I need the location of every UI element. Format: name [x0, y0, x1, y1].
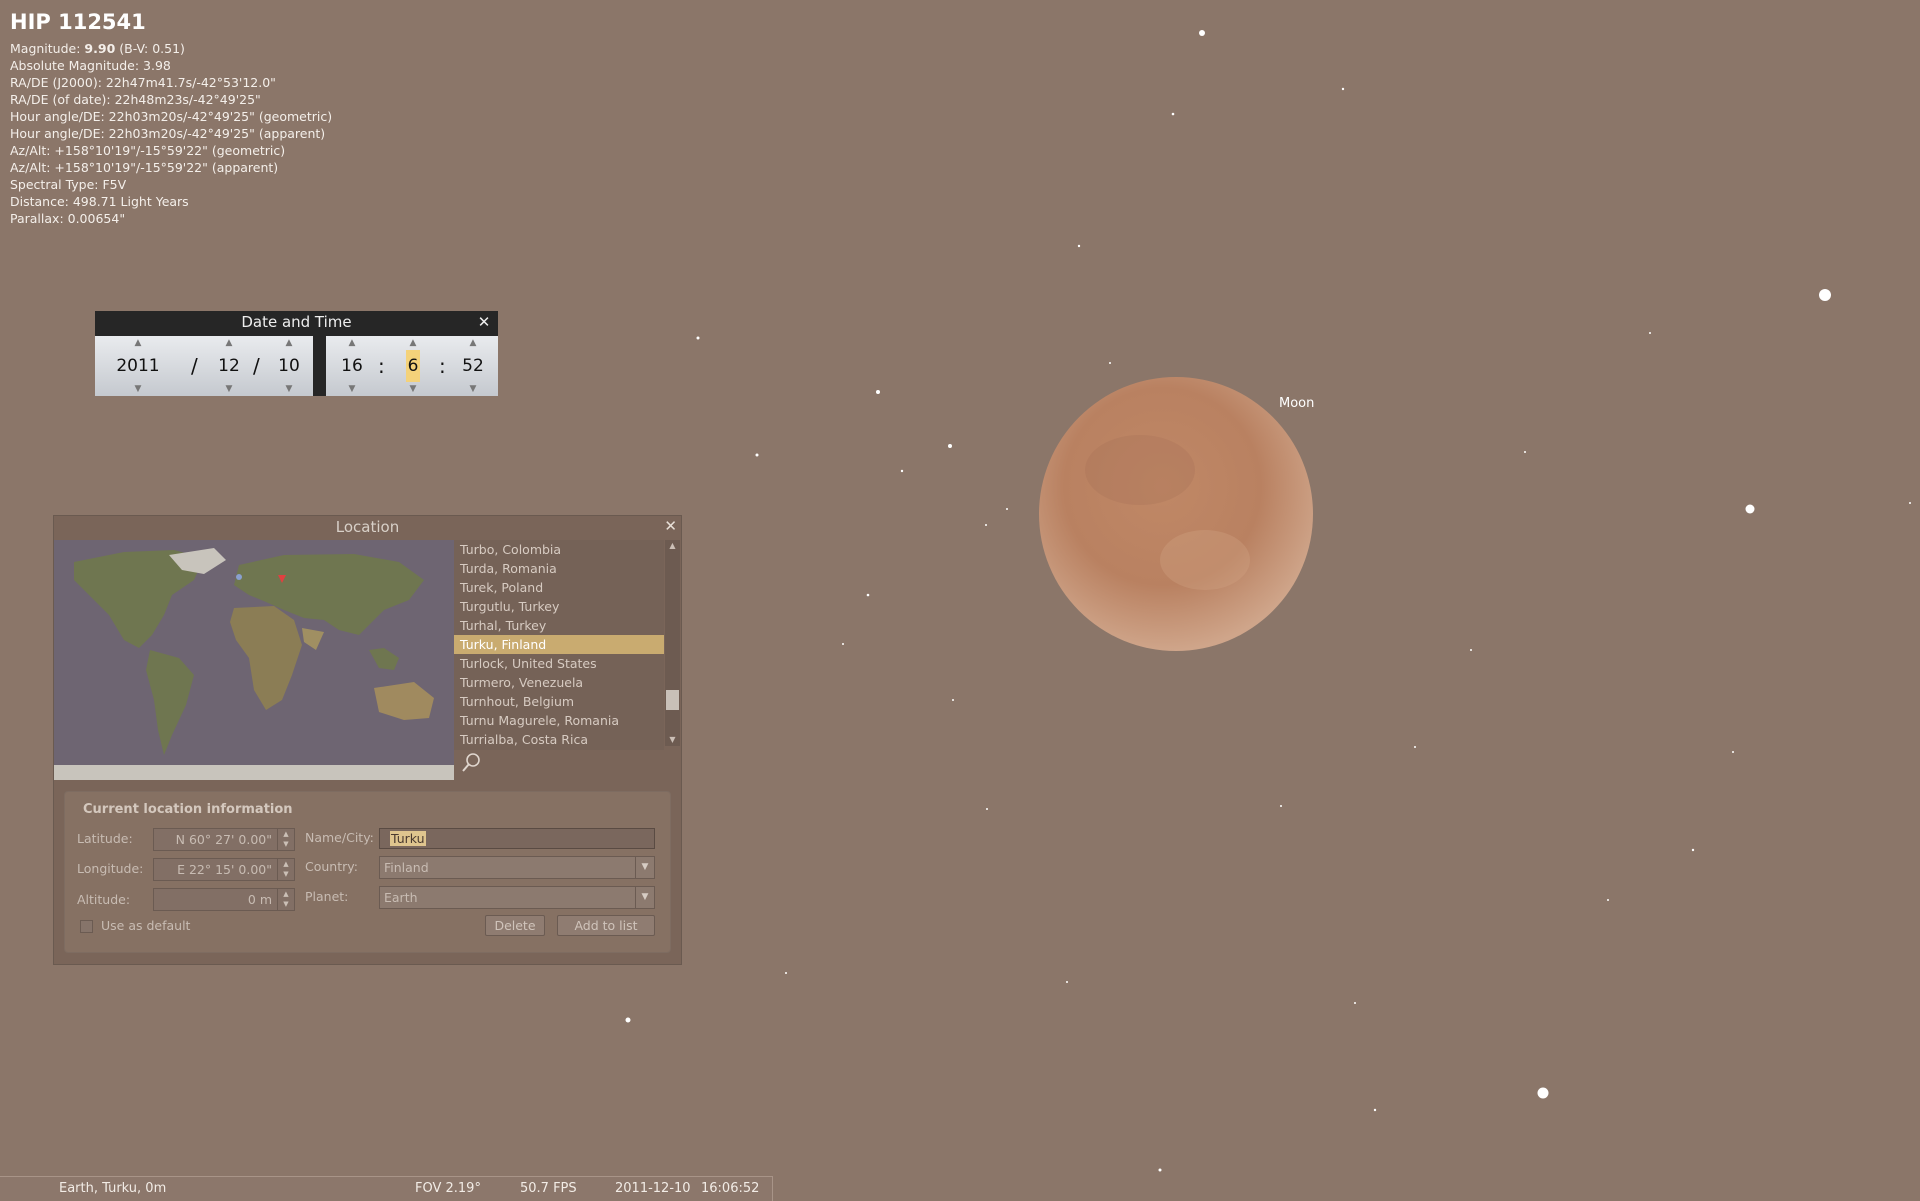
- city-list[interactable]: Turbo, Colombia Turda, Romania Turek, Po…: [454, 540, 664, 750]
- month-spinner[interactable]: ▲ 12 ▼: [213, 336, 245, 396]
- planet-select[interactable]: Earth ▼: [379, 886, 655, 909]
- status-fov: FOV 2.19°: [415, 1181, 481, 1196]
- use-as-default-label: Use as default: [101, 918, 191, 933]
- hour-spinner[interactable]: ▲ 16 ▼: [336, 336, 368, 396]
- time-panel: ▲ 16 ▼ : ▲ 6 ▼ : ▲ 52 ▼: [326, 336, 498, 396]
- increment-arrow-icon[interactable]: ▲: [273, 336, 305, 350]
- moon: [1039, 377, 1313, 651]
- increment-arrow-icon[interactable]: ▲: [336, 336, 368, 350]
- use-as-default-checkbox[interactable]: [80, 920, 93, 933]
- increment-arrow-icon[interactable]: ▲: [278, 889, 294, 899]
- day-spinner[interactable]: ▲ 10 ▼: [273, 336, 305, 396]
- time-separator: :: [439, 354, 446, 378]
- object-name: HIP 112541: [10, 10, 146, 34]
- altitude-label: Altitude:: [77, 892, 131, 907]
- scroll-down-icon[interactable]: ▼: [665, 734, 680, 746]
- info-line: Absolute Magnitude: 3.98: [10, 58, 171, 73]
- info-line: Az/Alt: +158°10'19"/-15°59'22" (geometri…: [10, 143, 286, 158]
- planet-label: Planet:: [305, 889, 349, 904]
- decrement-arrow-icon[interactable]: ▼: [273, 382, 305, 396]
- decrement-arrow-icon[interactable]: ▼: [336, 382, 368, 396]
- latitude-label: Latitude:: [77, 831, 133, 846]
- year-spinner[interactable]: ▲ 2011 ▼: [113, 336, 163, 396]
- decrement-arrow-icon[interactable]: ▼: [278, 869, 294, 879]
- altitude-spinner[interactable]: 0 m ▲ ▼: [153, 888, 295, 911]
- country-label: Country:: [305, 859, 358, 874]
- delete-button[interactable]: Delete: [485, 915, 545, 936]
- info-line: Hour angle/DE: 22h03m20s/-42°49'25" (geo…: [10, 109, 333, 124]
- status-location: Earth, Turku, 0m: [59, 1181, 167, 1196]
- chevron-down-icon[interactable]: ▼: [635, 887, 654, 908]
- list-item[interactable]: Turnu Magurele, Romania: [454, 711, 664, 730]
- name-city-label: Name/City:: [305, 830, 374, 845]
- decrement-arrow-icon[interactable]: ▼: [457, 382, 489, 396]
- increment-arrow-icon[interactable]: ▲: [278, 829, 294, 839]
- date-time-title[interactable]: Date and Time ✕: [95, 311, 498, 333]
- second-spinner[interactable]: ▲ 52 ▼: [457, 336, 489, 396]
- info-line: Parallax: 0.00654": [10, 211, 126, 226]
- country-select[interactable]: Finland ▼: [379, 856, 655, 879]
- increment-arrow-icon[interactable]: ▲: [278, 859, 294, 869]
- minute-spinner[interactable]: ▲ 6 ▼: [397, 336, 429, 396]
- date-panel: ▲ 2011 ▼ / ▲ 12 ▼ / ▲ 10 ▼: [95, 336, 313, 396]
- chevron-down-icon[interactable]: ▼: [635, 857, 654, 878]
- info-line: Az/Alt: +158°10'19"/-15°59'22" (apparent…: [10, 160, 279, 175]
- increment-arrow-icon[interactable]: ▲: [213, 336, 245, 350]
- increment-arrow-icon[interactable]: ▲: [113, 336, 163, 350]
- magnitude-line: Magnitude: 9.90 (B-V: 0.51): [10, 41, 185, 56]
- search-icon[interactable]: [460, 752, 482, 774]
- close-icon[interactable]: ✕: [476, 314, 492, 330]
- moon-label: Moon: [1279, 396, 1315, 411]
- date-time-window: Date and Time ✕ ▲ 2011 ▼ / ▲ 12 ▼ / ▲ 10…: [95, 311, 498, 396]
- decrement-arrow-icon[interactable]: ▼: [397, 382, 429, 396]
- list-item[interactable]: Turda, Romania: [454, 559, 664, 578]
- world-map[interactable]: [54, 540, 454, 780]
- location-title[interactable]: Location ✕: [54, 516, 681, 538]
- current-location-info: Current location information Latitude: N…: [64, 791, 671, 953]
- date-separator: /: [253, 354, 260, 378]
- location-window: Location ✕ Turbo, Colombia Turda, Romani…: [53, 515, 682, 965]
- longitude-spinner[interactable]: E 22° 15' 0.00" ▲ ▼: [153, 858, 295, 881]
- close-icon[interactable]: ✕: [664, 518, 677, 534]
- decrement-arrow-icon[interactable]: ▼: [278, 839, 294, 849]
- decrement-arrow-icon[interactable]: ▼: [278, 899, 294, 909]
- list-item[interactable]: Turnhout, Belgium: [454, 692, 664, 711]
- info-line: Hour angle/DE: 22h03m20s/-42°49'25" (app…: [10, 126, 326, 141]
- list-item-selected[interactable]: Turku, Finland: [454, 635, 664, 654]
- increment-arrow-icon[interactable]: ▲: [457, 336, 489, 350]
- info-line: RA/DE (of date): 22h48m23s/-42°49'25": [10, 92, 261, 107]
- list-item[interactable]: Turek, Poland: [454, 578, 664, 597]
- decrement-arrow-icon[interactable]: ▼: [213, 382, 245, 396]
- list-item[interactable]: Turgutlu, Turkey: [454, 597, 664, 616]
- status-date: 2011-12-10: [615, 1181, 691, 1196]
- section-heading: Current location information: [83, 802, 293, 817]
- list-item[interactable]: Turrialba, Costa Rica: [454, 730, 664, 749]
- longitude-label: Longitude:: [77, 861, 144, 876]
- latitude-spinner[interactable]: N 60° 27' 0.00" ▲ ▼: [153, 828, 295, 851]
- decrement-arrow-icon[interactable]: ▼: [113, 382, 163, 396]
- add-to-list-button[interactable]: Add to list: [557, 915, 655, 936]
- status-bar: Earth, Turku, 0m FOV 2.19° 50.7 FPS 2011…: [0, 1176, 773, 1201]
- scroll-up-icon[interactable]: ▲: [665, 540, 680, 552]
- name-city-field[interactable]: Turku: [379, 828, 655, 849]
- info-line: Distance: 498.71 Light Years: [10, 194, 189, 209]
- list-item[interactable]: Turbo, Colombia: [454, 540, 664, 559]
- time-separator: :: [378, 354, 385, 378]
- object-info-panel: HIP 112541 Magnitude: 9.90 (B-V: 0.51) A…: [10, 10, 332, 227]
- status-fps: 50.7 FPS: [520, 1181, 577, 1196]
- info-line: Spectral Type: F5V: [10, 177, 127, 192]
- date-separator: /: [191, 354, 198, 378]
- list-item[interactable]: Turmero, Venezuela: [454, 673, 664, 692]
- info-line: RA/DE (J2000): 22h47m41.7s/-42°53'12.0": [10, 75, 276, 90]
- list-item[interactable]: Turhal, Turkey: [454, 616, 664, 635]
- status-time: 16:06:52: [701, 1181, 760, 1196]
- list-item[interactable]: Turlock, United States: [454, 654, 664, 673]
- city-list-scrollbar[interactable]: ▲ ▼: [665, 540, 680, 746]
- scroll-thumb[interactable]: [666, 690, 679, 710]
- increment-arrow-icon[interactable]: ▲: [397, 336, 429, 350]
